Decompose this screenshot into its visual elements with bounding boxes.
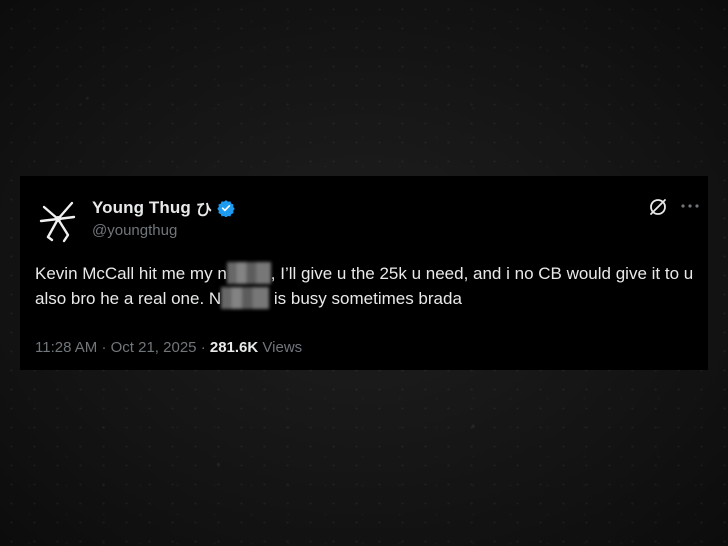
display-name[interactable]: Young Thug [92,198,191,218]
verified-badge-icon [217,200,235,217]
tweet-meta-row: 11:28 AM · Oct 21, 2025 · 281.6K Views [35,339,302,356]
author-name-row: Young Thug ひ [92,197,235,219]
tweet-date[interactable]: Oct 21, 2025 [111,339,197,356]
views-count: 281.6K [209,339,259,356]
tweet-time[interactable]: 11:28 AM [35,339,97,356]
censored-word-blur [226,262,271,284]
meta-separator: · [101,339,107,356]
tweet-text: Kevin McCall hit me my n, I’ll give u th… [35,261,701,311]
grok-icon[interactable] [648,197,668,217]
censored-word-blur [221,287,270,309]
avatar[interactable] [38,197,78,243]
tweet-text-part-1: Kevin McCall hit me my n [35,264,227,283]
tweet-text-part-3: is busy sometimes brada [269,289,462,308]
author-handle[interactable]: @youngthug [92,222,177,239]
views-label: Views [262,339,303,356]
more-options-icon[interactable] [680,199,700,213]
meta-separator: · [200,339,206,356]
name-glyph: ひ [195,202,212,219]
